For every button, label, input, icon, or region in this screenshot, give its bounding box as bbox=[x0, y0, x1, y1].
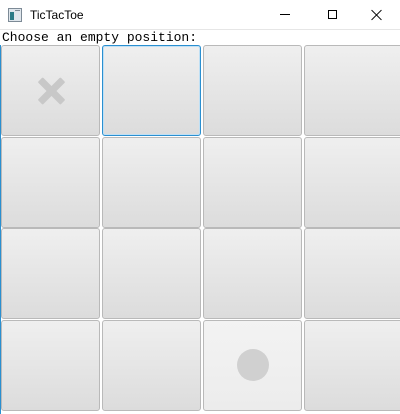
board-cell-r2-c4[interactable] bbox=[304, 136, 400, 228]
prompt-label: Choose an empty position: bbox=[2, 30, 198, 45]
window-title: TicTacToe bbox=[30, 8, 84, 22]
board-cell-r1-c3[interactable] bbox=[203, 45, 302, 136]
board-cell-r3-c2[interactable] bbox=[102, 228, 201, 319]
board-cell-r2-c2[interactable] bbox=[102, 136, 201, 228]
board-cell-r4-c1[interactable] bbox=[1, 319, 100, 411]
maximize-button[interactable] bbox=[309, 0, 355, 29]
board-cell-r2-c1[interactable] bbox=[1, 136, 100, 228]
board-cell-r3-c1[interactable] bbox=[1, 228, 100, 319]
board-cell-r2-c3[interactable] bbox=[203, 136, 302, 228]
board-cell-r1-c4[interactable] bbox=[304, 45, 400, 136]
board-cell-r3-c3[interactable] bbox=[203, 228, 302, 319]
game-board bbox=[0, 45, 400, 414]
board-cell-r1-c1[interactable] bbox=[1, 45, 100, 136]
close-button[interactable] bbox=[354, 0, 400, 29]
title-bar: TicTacToe bbox=[0, 0, 400, 30]
minimize-button[interactable] bbox=[262, 0, 308, 29]
board-cell-r1-c2[interactable] bbox=[102, 45, 201, 136]
minimize-icon bbox=[280, 14, 290, 15]
board-cell-r4-c3[interactable] bbox=[203, 319, 302, 411]
x-mark-icon bbox=[38, 78, 64, 104]
o-mark-icon bbox=[236, 349, 269, 381]
close-icon bbox=[371, 9, 383, 21]
app-window-icon bbox=[8, 8, 22, 22]
board-cell-r4-c4[interactable] bbox=[304, 319, 400, 411]
board-cell-r3-c4[interactable] bbox=[304, 228, 400, 319]
board-cell-r4-c2[interactable] bbox=[102, 319, 201, 411]
maximize-icon bbox=[327, 10, 337, 19]
